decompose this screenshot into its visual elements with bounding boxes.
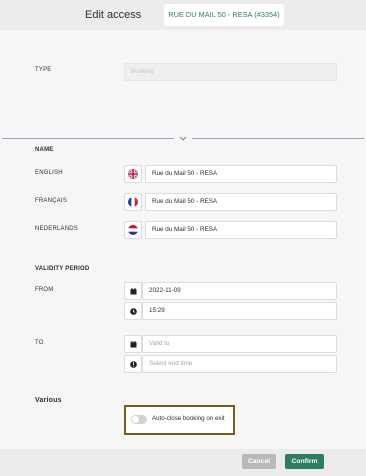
divider-left bbox=[2, 138, 174, 139]
calendar-icon bbox=[124, 335, 142, 353]
auto-close-toggle-highlight: Auto-close booking on exit bbox=[124, 405, 235, 435]
modal-title: Edit access bbox=[85, 9, 142, 21]
validity-section-title: VALIDITY PERIOD bbox=[35, 266, 90, 272]
name-label-french: FRANÇAIS bbox=[35, 198, 67, 204]
to-date-input[interactable]: Valid to bbox=[142, 335, 337, 353]
chevron-down-icon[interactable] bbox=[178, 134, 188, 142]
from-label: FROM bbox=[35, 287, 54, 293]
from-time-input[interactable]: 15:29 bbox=[142, 302, 337, 320]
from-date-input[interactable]: 2022-11-09 bbox=[142, 282, 337, 300]
auto-close-toggle[interactable] bbox=[131, 415, 147, 424]
name-input-french[interactable]: Rue du Mail 50 - RESA bbox=[145, 193, 337, 211]
cancel-button[interactable]: Cancel bbox=[242, 454, 276, 469]
name-input-english[interactable]: Rue du Mail 50 - RESA bbox=[145, 165, 337, 183]
modal-footer: Cancel Confirm bbox=[0, 449, 366, 476]
divider-right bbox=[192, 138, 364, 139]
nl-flag-icon bbox=[124, 221, 142, 239]
name-label-dutch: NEDERLANDS bbox=[35, 226, 79, 232]
edit-access-form: TYPE Booking NAME ENGLISH Rue du Mail 50… bbox=[0, 30, 366, 449]
type-label: TYPE bbox=[35, 67, 52, 73]
toggle-knob bbox=[132, 416, 139, 423]
access-name-chip: RUE DU MAIL 50 - RESA (#3354) bbox=[164, 4, 284, 26]
calendar-icon bbox=[124, 282, 142, 300]
various-section-title: Various bbox=[35, 397, 62, 404]
info-icon bbox=[124, 355, 142, 373]
auto-close-toggle-label: Auto-close booking on exit bbox=[152, 415, 225, 422]
fr-flag-icon bbox=[124, 193, 142, 211]
uk-flag-icon bbox=[124, 165, 142, 183]
name-input-dutch[interactable]: Rue du Mail 50 - RESA bbox=[145, 221, 337, 239]
name-section-title: NAME bbox=[35, 147, 54, 153]
modal-header: Edit access RUE DU MAIL 50 - RESA (#3354… bbox=[0, 0, 366, 30]
clock-icon bbox=[124, 302, 142, 320]
type-field: Booking bbox=[124, 63, 337, 81]
to-time-input[interactable]: Select end time bbox=[142, 355, 337, 373]
name-label-english: ENGLISH bbox=[35, 170, 63, 176]
to-label: TO bbox=[35, 340, 44, 346]
confirm-button[interactable]: Confirm bbox=[285, 454, 324, 469]
